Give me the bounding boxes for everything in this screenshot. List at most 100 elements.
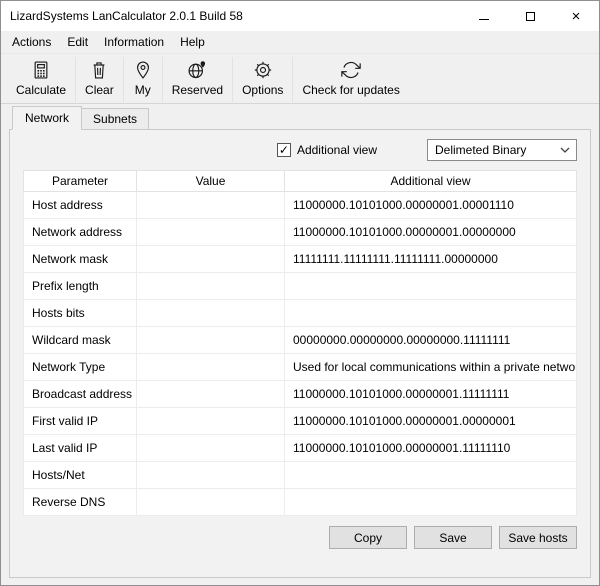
save-button[interactable]: Save — [414, 526, 492, 549]
cell-additional[interactable]: 11000000.10101000.00000001.00000000 — [285, 219, 577, 246]
tab-subnets-label: Subnets — [93, 112, 137, 126]
cell-value[interactable] — [137, 273, 285, 300]
options-button[interactable]: Options — [233, 57, 293, 102]
cell-parameter[interactable]: Last valid IP — [24, 435, 137, 462]
parameters-table-header: Parameter Value Additional view — [24, 171, 577, 192]
menu-item-edit[interactable]: Edit — [59, 32, 96, 52]
maximize-button[interactable] — [507, 1, 553, 31]
tab-network-label: Network — [25, 111, 69, 125]
save-hosts-button[interactable]: Save hosts — [499, 526, 577, 549]
cell-parameter[interactable]: Wildcard mask — [24, 327, 137, 354]
table-row[interactable]: Network mask 11111111.11111111.11111111.0… — [24, 246, 577, 273]
cell-value[interactable] — [137, 435, 285, 462]
location-pin-icon — [133, 60, 153, 80]
options-label: Options — [242, 83, 283, 97]
cell-parameter[interactable]: Network address — [24, 219, 137, 246]
table-row[interactable]: First valid IP 11000000.10101000.00000001… — [24, 408, 577, 435]
maximize-icon — [526, 12, 535, 21]
minimize-icon — [479, 19, 489, 20]
cell-additional[interactable]: 11000000.10101000.00000001.11111111 — [285, 381, 577, 408]
cell-additional[interactable] — [285, 273, 577, 300]
refresh-icon — [341, 60, 361, 80]
cell-value[interactable] — [137, 192, 285, 219]
tab-subnets[interactable]: Subnets — [81, 108, 149, 130]
additional-view-checkbox[interactable]: ✓ Additional view — [277, 143, 377, 157]
action-buttons-row: Copy Save Save hosts — [23, 526, 577, 549]
calculator-icon — [31, 60, 51, 80]
additional-view-label: Additional view — [297, 143, 377, 157]
table-row[interactable]: Hosts/Net — [24, 462, 577, 489]
globe-pin-icon — [187, 60, 207, 80]
table-row[interactable]: Reverse DNS — [24, 489, 577, 516]
cell-additional[interactable] — [285, 489, 577, 516]
reserved-button[interactable]: Reserved — [163, 57, 233, 102]
view-format-dropdown[interactable]: Delimeted Binary — [427, 139, 577, 161]
cell-parameter[interactable]: Network mask — [24, 246, 137, 273]
menu-item-actions[interactable]: Actions — [4, 32, 59, 52]
cell-parameter[interactable]: Prefix length — [24, 273, 137, 300]
close-button[interactable]: × — [553, 1, 599, 31]
cell-parameter[interactable]: Network Type — [24, 354, 137, 381]
cell-value[interactable] — [137, 354, 285, 381]
cell-value[interactable] — [137, 489, 285, 516]
cell-additional[interactable]: 11000000.10101000.00000001.11111110 — [285, 435, 577, 462]
table-row[interactable]: Host address 11000000.10101000.00000001.0… — [24, 192, 577, 219]
trash-icon — [89, 60, 109, 80]
window-title: LizardSystems LanCalculator 2.0.1 Build … — [10, 9, 243, 23]
cell-additional[interactable] — [285, 462, 577, 489]
header-parameter: Parameter — [24, 171, 137, 192]
cell-value[interactable] — [137, 327, 285, 354]
calculate-button[interactable]: Calculate — [7, 57, 76, 102]
cell-additional[interactable]: 11000000.10101000.00000001.00000001 — [285, 408, 577, 435]
cell-parameter[interactable]: Hosts bits — [24, 300, 137, 327]
table-row[interactable]: Broadcast address 11000000.10101000.00000… — [24, 381, 577, 408]
checkbox-checked-icon: ✓ — [277, 143, 291, 157]
copy-button[interactable]: Copy — [329, 526, 407, 549]
cell-parameter[interactable]: Reverse DNS — [24, 489, 137, 516]
clear-button[interactable]: Clear — [76, 57, 124, 102]
cell-value[interactable] — [137, 381, 285, 408]
menu-bar: Actions Edit Information Help — [1, 31, 599, 53]
calculate-label: Calculate — [16, 83, 66, 97]
header-value: Value — [137, 171, 285, 192]
table-row[interactable]: Last valid IP 11000000.10101000.00000001.… — [24, 435, 577, 462]
table-row[interactable]: Network Type Used for local communication… — [24, 354, 577, 381]
cell-value[interactable] — [137, 246, 285, 273]
table-row[interactable]: Prefix length — [24, 273, 577, 300]
cell-parameter[interactable]: Broadcast address — [24, 381, 137, 408]
table-row[interactable]: Network address 11000000.10101000.0000000… — [24, 219, 577, 246]
cell-parameter[interactable]: First valid IP — [24, 408, 137, 435]
check-updates-button[interactable]: Check for updates — [293, 57, 408, 102]
cell-parameter[interactable]: Host address — [24, 192, 137, 219]
minimize-button[interactable] — [461, 1, 507, 31]
my-button[interactable]: My — [124, 57, 163, 102]
cell-additional[interactable]: Used for local communications within a p… — [285, 354, 577, 381]
cell-value[interactable] — [137, 462, 285, 489]
cell-value[interactable] — [137, 300, 285, 327]
table-row[interactable]: Hosts bits — [24, 300, 577, 327]
toolbar: Calculate Clear My — [1, 53, 599, 104]
chevron-down-icon — [560, 147, 570, 153]
menu-item-information[interactable]: Information — [96, 32, 172, 52]
table-row[interactable]: Wildcard mask 00000000.00000000.00000000.… — [24, 327, 577, 354]
checkmark-icon: ✓ — [279, 144, 289, 156]
cell-additional[interactable]: 11000000.10101000.00000001.00001110 — [285, 192, 577, 219]
parameters-table: Parameter Value Additional view Host add… — [23, 170, 577, 516]
tab-network[interactable]: Network — [12, 106, 82, 130]
cell-additional[interactable]: 11111111.11111111.11111111.00000000 — [285, 246, 577, 273]
check-updates-label: Check for updates — [302, 83, 399, 97]
cell-parameter[interactable]: Hosts/Net — [24, 462, 137, 489]
cell-value[interactable] — [137, 219, 285, 246]
title-bar: LizardSystems LanCalculator 2.0.1 Build … — [1, 1, 599, 31]
header-additional-view: Additional view — [285, 171, 577, 192]
clear-label: Clear — [85, 83, 114, 97]
network-tab-panel: ✓ Additional view Delimeted Binary Param… — [9, 129, 591, 578]
app-window: LizardSystems LanCalculator 2.0.1 Build … — [1, 1, 599, 578]
cell-value[interactable] — [137, 408, 285, 435]
cell-additional[interactable]: 00000000.00000000.00000000.11111111 — [285, 327, 577, 354]
close-icon: × — [572, 8, 581, 25]
view-format-value: Delimeted Binary — [435, 143, 526, 157]
reserved-label: Reserved — [172, 83, 223, 97]
cell-additional[interactable] — [285, 300, 577, 327]
menu-item-help[interactable]: Help — [172, 32, 213, 52]
